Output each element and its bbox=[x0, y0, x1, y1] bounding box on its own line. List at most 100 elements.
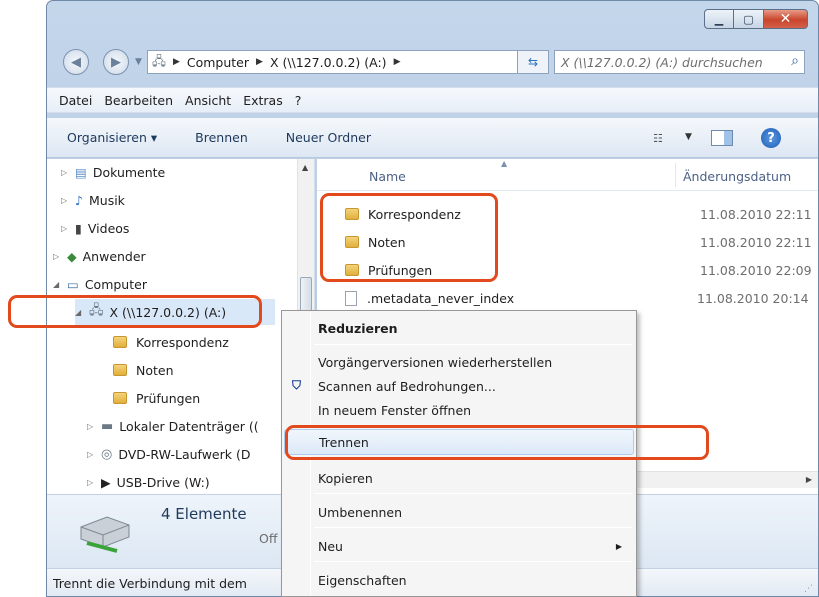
menu-item-neu[interactable]: Neu ▶ bbox=[284, 533, 634, 559]
expand-icon[interactable]: ▷ bbox=[53, 252, 67, 261]
nav-item-label: Dokumente bbox=[92, 164, 166, 180]
new-folder-button[interactable]: Neuer Ordner bbox=[286, 130, 371, 145]
file-name: Korrespondenz bbox=[368, 206, 461, 222]
menu-item-eigenschaften[interactable]: Eigenschaften bbox=[284, 567, 634, 593]
expand-icon[interactable]: ▷ bbox=[87, 450, 101, 459]
expand-icon[interactable]: ▷ bbox=[61, 224, 75, 233]
nav-item-label: Korrespondenz bbox=[136, 334, 229, 350]
minimize-button[interactable]: ▁ bbox=[704, 9, 734, 29]
preview-pane-icon[interactable] bbox=[711, 130, 733, 146]
menu-item-umbenennen[interactable]: Umbenennen bbox=[284, 499, 634, 525]
expand-icon[interactable]: ▷ bbox=[87, 478, 101, 487]
organize-button[interactable]: Organisieren ▾ bbox=[67, 130, 157, 145]
nav-item-network-drive[interactable]: ◢ 🖧 X (\\127.0.0.2) (A:) bbox=[75, 299, 275, 325]
nav-item-label: Lokaler Datenträger (( bbox=[119, 418, 259, 434]
forward-button[interactable]: ▶ bbox=[103, 49, 129, 75]
context-menu: Reduzieren Vorgängerversionen wiederhers… bbox=[281, 310, 637, 597]
nav-item-videos[interactable]: ▷ ▮ Videos bbox=[61, 215, 129, 241]
column-header-date[interactable]: Änderungsdatum bbox=[683, 169, 791, 184]
nav-item-label: Noten bbox=[136, 362, 174, 378]
expand-icon[interactable]: ▷ bbox=[61, 196, 75, 205]
resize-grip-icon[interactable]: ⋰ bbox=[804, 584, 813, 594]
menu-item-kopieren[interactable]: Kopieren bbox=[284, 465, 634, 491]
menu-item-open-new-window[interactable]: In neuem Fenster öffnen bbox=[284, 397, 634, 423]
breadcrumb-drive[interactable]: X (\\127.0.0.2) (A:) bbox=[270, 55, 387, 70]
burn-button[interactable]: Brennen bbox=[195, 130, 248, 145]
help-icon[interactable]: ? bbox=[761, 128, 781, 148]
nav-item-anwender[interactable]: ▷ ◆ Anwender bbox=[53, 243, 146, 269]
video-icon: ▮ bbox=[75, 220, 82, 236]
nav-item-korrespondenz[interactable]: Korrespondenz bbox=[113, 329, 229, 355]
nav-item-pruefungen[interactable]: Prüfungen bbox=[113, 385, 200, 411]
breadcrumb-separator-icon: ▶ bbox=[172, 57, 180, 67]
menu-item-reduzieren[interactable]: Reduzieren bbox=[284, 315, 634, 341]
dvd-drive-icon: ◎ bbox=[101, 446, 113, 462]
menu-separator bbox=[314, 493, 632, 494]
search-input[interactable]: X (\\127.0.0.2) (A:) durchsuchen ⌕ bbox=[554, 50, 805, 74]
file-row[interactable]: Prüfungen 11.08.2010 22:09 bbox=[345, 257, 815, 283]
folder-icon bbox=[113, 364, 127, 376]
back-arrow-icon: ◀ bbox=[71, 54, 81, 70]
command-bar: Organisieren ▾ Brennen Neuer Ordner ☷ ▼ … bbox=[47, 118, 818, 158]
nav-item-computer[interactable]: ◢ ▭ Computer bbox=[53, 271, 147, 297]
nav-item-local-disk[interactable]: ▷ ▬ Lokaler Datenträger (( bbox=[87, 413, 259, 439]
submenu-arrow-icon: ▶ bbox=[615, 541, 622, 551]
recent-pages-dropdown[interactable]: ▼ bbox=[135, 57, 142, 67]
sort-ascending-icon: ▲ bbox=[501, 159, 508, 168]
close-button[interactable]: ✕ bbox=[764, 9, 808, 29]
status-text: Trennt die Verbindung mit dem bbox=[53, 576, 247, 591]
maximize-icon: ▢ bbox=[743, 12, 754, 26]
file-date: 11.08.2010 22:09 bbox=[700, 262, 812, 278]
back-button[interactable]: ◀ bbox=[63, 49, 89, 75]
refresh-button[interactable]: ⇆ bbox=[517, 50, 549, 74]
file-row[interactable]: Korrespondenz 11.08.2010 22:11 bbox=[345, 201, 815, 227]
menu-item-trennen[interactable]: Trennen bbox=[284, 429, 634, 455]
address-bar[interactable]: 🖧 ▶ Computer ▶ X (\\127.0.0.2) (A:) ▶ ▼ bbox=[147, 50, 541, 74]
nav-item-usb-drive[interactable]: ▷ ▶ USB-Drive (W:) bbox=[87, 469, 210, 494]
column-divider[interactable] bbox=[675, 163, 676, 187]
collapse-icon[interactable]: ◢ bbox=[53, 280, 67, 289]
nav-item-noten[interactable]: Noten bbox=[113, 357, 174, 383]
nav-item-musik[interactable]: ▷ ♪ Musik bbox=[61, 187, 125, 213]
breadcrumb-computer[interactable]: Computer bbox=[187, 55, 249, 70]
collapse-icon[interactable]: ◢ bbox=[75, 308, 89, 317]
file-name: Noten bbox=[368, 234, 406, 250]
nav-item-label: Anwender bbox=[82, 248, 146, 264]
file-row[interactable]: .metadata_never_index 11.08.2010 20:14 bbox=[345, 285, 815, 311]
view-dropdown-icon[interactable]: ▼ bbox=[685, 132, 692, 142]
refresh-icon: ⇆ bbox=[527, 55, 539, 69]
menu-ansicht[interactable]: Ansicht bbox=[185, 93, 231, 108]
window-controls: ▁ ▢ ✕ bbox=[704, 9, 808, 29]
column-header-name[interactable]: Name bbox=[369, 169, 406, 184]
menu-separator bbox=[314, 344, 632, 345]
expand-icon[interactable]: ▷ bbox=[61, 168, 75, 177]
menu-item-previous-versions[interactable]: Vorgängerversionen wiederherstellen bbox=[284, 349, 634, 375]
maximize-button[interactable]: ▢ bbox=[734, 9, 764, 29]
search-icon[interactable]: ⌕ bbox=[791, 53, 799, 69]
menu-help[interactable]: ? bbox=[295, 93, 302, 108]
file-name: Prüfungen bbox=[368, 262, 433, 278]
menu-extras[interactable]: Extras bbox=[243, 93, 283, 108]
scroll-up-icon[interactable]: ▲ bbox=[302, 163, 308, 172]
folder-icon bbox=[345, 264, 359, 276]
menu-bearbeiten[interactable]: Bearbeiten bbox=[104, 93, 173, 108]
folder-icon bbox=[345, 236, 359, 248]
menu-datei[interactable]: Datei bbox=[59, 93, 92, 108]
nav-item-label: DVD-RW-Laufwerk (D bbox=[118, 446, 251, 462]
network-drive-large-icon bbox=[80, 516, 130, 553]
hard-drive-icon: ▬ bbox=[101, 418, 114, 434]
nav-item-dvd-drive[interactable]: ▷ ◎ DVD-RW-Laufwerk (D bbox=[87, 441, 250, 467]
expand-icon[interactable]: ▷ bbox=[87, 422, 101, 431]
view-options-icon[interactable]: ☷ bbox=[653, 132, 663, 145]
folder-icon bbox=[345, 208, 359, 220]
file-icon bbox=[345, 290, 357, 306]
computer-icon: ▭ bbox=[67, 276, 79, 292]
menu-separator bbox=[314, 459, 632, 460]
nav-item-dokumente[interactable]: ▷ ▤ Dokumente bbox=[61, 159, 165, 185]
menu-item-scan[interactable]: ⛉ Scannen auf Bedrohungen... bbox=[284, 373, 634, 399]
menu-separator bbox=[314, 527, 632, 528]
scroll-right-icon[interactable]: ▶ bbox=[806, 475, 812, 484]
file-row[interactable]: Noten 11.08.2010 22:11 bbox=[345, 229, 815, 255]
folder-icon bbox=[113, 336, 127, 348]
forward-arrow-icon: ▶ bbox=[111, 54, 121, 70]
